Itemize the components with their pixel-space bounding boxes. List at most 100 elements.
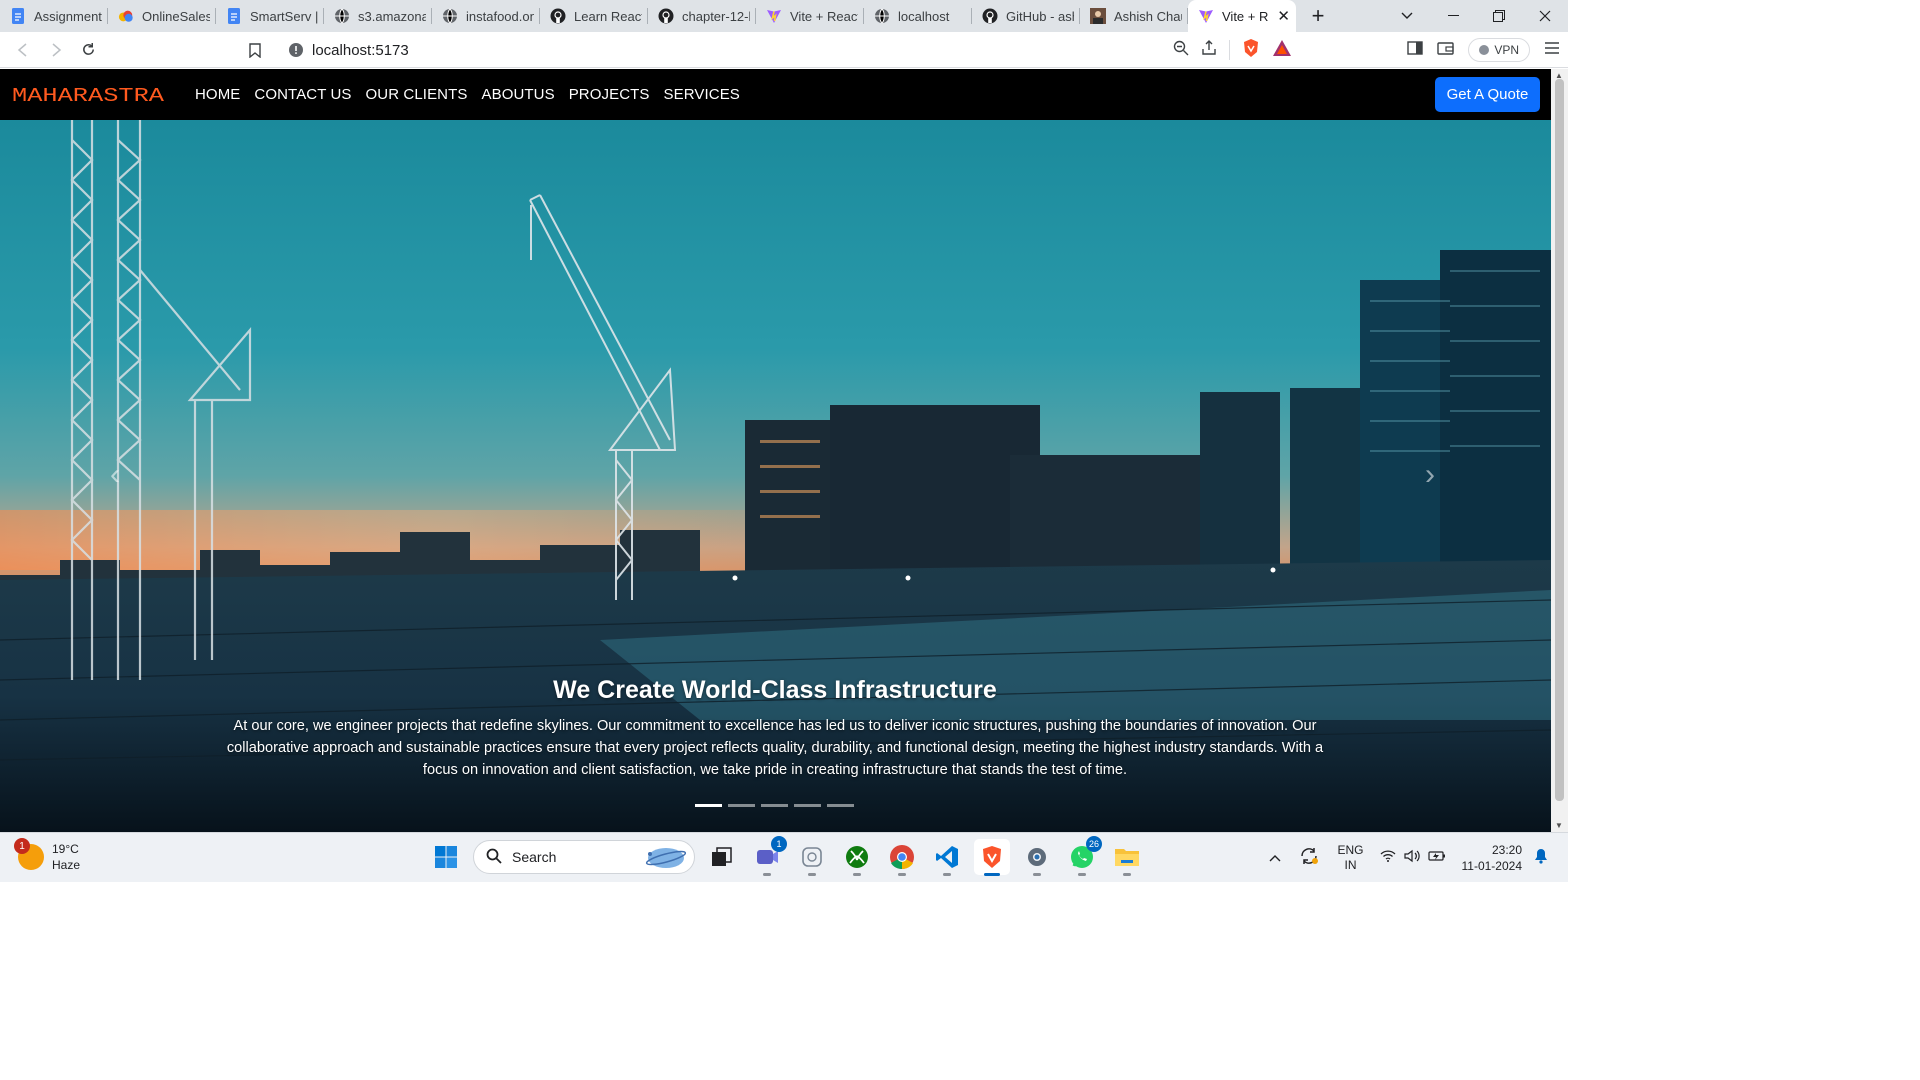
taskbar-apps: Search 1 26: [428, 836, 1145, 876]
site-navbar: MAHARASTRA HOME CONTACT US OUR CLIENTS ABOU…: [0, 69, 1551, 120]
carousel-indicator[interactable]: [695, 804, 722, 807]
tab-title: s3.amazonaw: [358, 8, 426, 24]
browser-tab[interactable]: Ashish Chau: [1080, 0, 1188, 32]
running-indicator: [984, 873, 1000, 876]
notifications-bell-icon[interactable]: [1534, 848, 1548, 869]
carousel-prev-button[interactable]: ‹: [110, 458, 120, 492]
brave-shields-icon[interactable]: [1242, 38, 1260, 63]
carousel-indicators: [695, 804, 854, 807]
browser-tab[interactable]: Vite + React: [756, 0, 864, 32]
browser-tab[interactable]: s3.amazonaw: [324, 0, 432, 32]
carousel-indicator[interactable]: [761, 804, 788, 807]
page-scrollbar[interactable]: ▲ ▼: [1551, 69, 1568, 832]
hero-title: We Create World-Class Infrastructure: [553, 676, 997, 704]
start-icon[interactable]: [428, 839, 464, 875]
weather-condition: Haze: [52, 858, 81, 872]
browser-tab-strip: Assignment OnlineSales.a SmartServ | C s3.a…: [0, 0, 1568, 32]
site-logo[interactable]: MAHARASTRA: [12, 84, 166, 106]
taskbar-search-box[interactable]: Search: [473, 840, 695, 874]
browser-tab[interactable]: chapter-12-l: [648, 0, 756, 32]
whatsapp-icon[interactable]: 26: [1064, 836, 1102, 876]
battery-icon[interactable]: [1427, 849, 1446, 867]
xbox-icon[interactable]: [839, 839, 875, 876]
teams-icon[interactable]: 1: [749, 836, 787, 876]
close-window-button[interactable]: [1522, 0, 1568, 32]
vpn-button[interactable]: VPN: [1468, 38, 1530, 62]
tab-search-chevron-icon[interactable]: [1384, 0, 1430, 32]
wifi-icon[interactable]: [1380, 849, 1396, 867]
task-view-icon[interactable]: [704, 839, 740, 875]
vpn-label: VPN: [1494, 43, 1519, 57]
browser-tab[interactable]: Learn React: [540, 0, 648, 32]
brave-icon[interactable]: [974, 839, 1010, 876]
running-indicator: [808, 873, 816, 876]
window-controls: [1384, 0, 1568, 32]
running-indicator: [853, 873, 861, 876]
carousel-next-button[interactable]: ›: [1425, 458, 1435, 492]
close-tab-icon[interactable]: ✕: [1277, 7, 1290, 25]
page-viewport: MAHARASTRA HOME CONTACT US OUR CLIENTS ABOU…: [0, 69, 1551, 832]
tab-title: Assignment: [34, 8, 102, 24]
browser-toolbar: localhost:5173 VPN: [0, 32, 1568, 68]
scroll-down-icon[interactable]: ▼: [1555, 821, 1563, 830]
running-indicator: [898, 873, 906, 876]
browser-tab[interactable]: Assignment: [0, 0, 108, 32]
github-icon: [550, 8, 566, 24]
tab-title: SmartServ | C: [250, 8, 318, 24]
zoom-icon[interactable]: [1173, 40, 1189, 61]
vscode-icon[interactable]: [929, 839, 965, 876]
settings-icon[interactable]: [1019, 839, 1055, 876]
brave-rewards-icon[interactable]: [1272, 39, 1292, 62]
back-button[interactable]: [6, 34, 39, 66]
nav-link-projects[interactable]: PROJECTS: [562, 86, 657, 103]
app-badge: 26: [1085, 836, 1102, 852]
carousel-indicator[interactable]: [728, 804, 755, 807]
nav-link-our-clients[interactable]: OUR CLIENTS: [359, 86, 475, 103]
browser-tab[interactable]: instafood.on: [432, 0, 540, 32]
menu-icon[interactable]: [1544, 41, 1560, 60]
clock-date: 11-01-2024: [1461, 859, 1523, 873]
forward-button[interactable]: [39, 34, 72, 66]
weather-temp: 19°C: [52, 842, 79, 856]
site-info-icon[interactable]: [288, 42, 304, 63]
nav-link-aboutus[interactable]: ABOUTUS: [474, 86, 561, 103]
nav-link-contact-us[interactable]: CONTACT US: [247, 86, 358, 103]
nav-link-home[interactable]: HOME: [188, 86, 247, 103]
copilot-icon[interactable]: [794, 839, 830, 876]
browser-tab[interactable]: SmartServ | C: [216, 0, 324, 32]
tab-title: Vite + React: [790, 8, 858, 24]
tab-title: Ashish Chau: [1114, 8, 1182, 24]
chrome-icon[interactable]: [884, 839, 920, 876]
nav-link-services[interactable]: SERVICES: [657, 86, 747, 103]
volume-icon[interactable]: [1403, 849, 1420, 868]
tab-title: Vite + R: [1222, 8, 1269, 24]
wallet-icon[interactable]: [1437, 41, 1455, 60]
hero-carousel: ‹ › We Create World-Class Infrastructure…: [0, 120, 1551, 832]
scrollbar-thumb[interactable]: [1555, 79, 1564, 801]
bookmark-icon[interactable]: [238, 34, 271, 66]
globe-icon: [874, 8, 890, 24]
browser-tab[interactable]: OnlineSales.a: [108, 0, 216, 32]
file-explorer-icon[interactable]: [1109, 839, 1145, 876]
input-language-indicator[interactable]: ENG IN: [1337, 843, 1363, 873]
show-hidden-icons-icon[interactable]: [1269, 849, 1281, 867]
carousel-indicator[interactable]: [827, 804, 854, 807]
sync-icon[interactable]: [1299, 847, 1319, 870]
share-icon[interactable]: [1201, 39, 1217, 61]
browser-extras: VPN: [1407, 34, 1560, 66]
weather-widget[interactable]: 1 19°C Haze: [14, 838, 81, 873]
toolbar-divider: [1229, 40, 1230, 60]
tab-title: OnlineSales.a: [142, 8, 210, 24]
carousel-indicator[interactable]: [794, 804, 821, 807]
sidebar-toggle-icon[interactable]: [1407, 40, 1424, 60]
restore-button[interactable]: [1476, 0, 1522, 32]
minimize-button[interactable]: [1430, 0, 1476, 32]
avatar-icon: [1090, 8, 1106, 24]
get-a-quote-button[interactable]: Get A Quote: [1435, 77, 1540, 112]
browser-tab[interactable]: localhost: [864, 0, 972, 32]
browser-tab[interactable]: GitHub - ash: [972, 0, 1080, 32]
browser-tab[interactable]: Vite + R ✕: [1188, 0, 1296, 32]
reload-button[interactable]: [72, 34, 105, 66]
new-tab-button[interactable]: +: [1296, 0, 1340, 32]
system-clock[interactable]: 23:20 11-01-2024: [1462, 842, 1523, 874]
